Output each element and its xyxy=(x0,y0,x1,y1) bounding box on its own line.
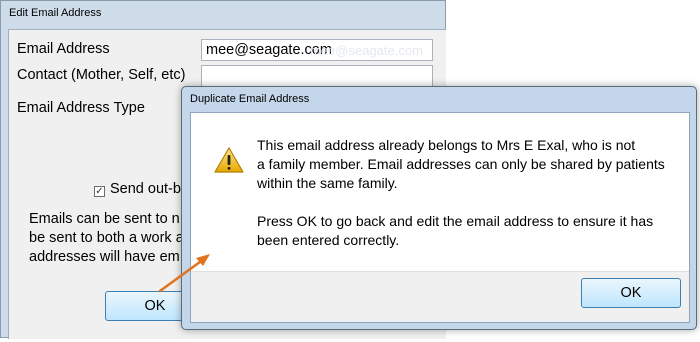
send-out-checkbox-label: Send out-be xyxy=(110,181,190,197)
contact-label: Contact (Mother, Self, etc) xyxy=(17,67,186,83)
email-address-input[interactable]: mee@seagate.com mee@seagate.com xyxy=(201,39,433,61)
email-note-line: be sent to both a work a xyxy=(29,230,184,246)
dialog-body: This email address already belongs to Mr… xyxy=(190,112,690,323)
email-note-line: Emails can be sent to n xyxy=(29,211,180,227)
message-line: been entered correctly. xyxy=(257,232,400,248)
email-note-line: addresses will have em xyxy=(29,249,180,265)
duplicate-email-dialog: Duplicate Email Address This email addre… xyxy=(181,86,697,330)
send-out-checkbox[interactable]: ✓ xyxy=(94,186,105,197)
dialog-ok-button[interactable]: OK xyxy=(581,278,681,308)
warning-icon xyxy=(214,147,244,173)
contact-input[interactable] xyxy=(201,65,433,87)
email-address-label: Email Address xyxy=(17,41,110,57)
dialog-message: This email address already belongs to Mr… xyxy=(257,136,687,250)
message-line: within the same family. xyxy=(257,175,398,191)
edit-window-title: Edit Email Address xyxy=(9,7,102,19)
email-autocomplete-ghost: mee@seagate.com xyxy=(310,43,423,58)
message-line: This email address already belongs to Mr… xyxy=(257,137,636,153)
email-note: Emails can be sent to n be sent to both … xyxy=(29,210,184,267)
dialog-title: Duplicate Email Address xyxy=(190,93,310,105)
message-line: a family member. Email addresses can onl… xyxy=(257,156,665,172)
message-line: Press OK to go back and edit the email a… xyxy=(257,213,654,229)
email-type-label: Email Address Type xyxy=(17,100,145,116)
